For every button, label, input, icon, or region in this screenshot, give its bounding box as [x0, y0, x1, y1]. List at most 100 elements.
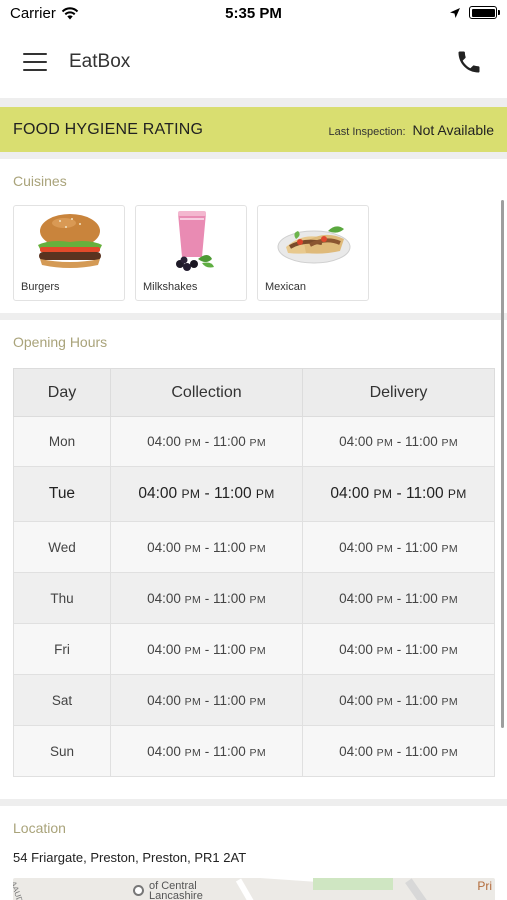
day-cell: Sun	[13, 725, 111, 777]
open-ampm: PM	[184, 542, 201, 555]
day-cell: Sat	[13, 674, 111, 726]
cuisine-card-mexican[interactable]: Mexican	[257, 205, 369, 301]
hamburger-menu-icon[interactable]	[23, 53, 47, 71]
close-time: 11:00	[405, 485, 444, 502]
close-ampm: PM	[441, 644, 458, 657]
status-time: 5:35 PM	[225, 5, 282, 22]
location-map[interactable]: of Central Lancashire AAUD Pri	[13, 878, 495, 900]
delivery-cell: 04:00 PM - 11:00 PM	[302, 521, 495, 573]
open-ampm: PM	[376, 695, 393, 708]
last-inspection-label: Last Inspection:	[328, 125, 406, 138]
time-separator: -	[201, 692, 213, 708]
open-time: 04:00	[339, 539, 373, 555]
section-divider	[0, 799, 507, 806]
open-ampm: PM	[181, 487, 201, 501]
open-ampm: PM	[376, 593, 393, 606]
map-street-label: AAUD	[13, 880, 25, 900]
cuisine-list: Burgers Milkshakes Mexican	[13, 205, 369, 301]
close-ampm: PM	[441, 746, 458, 759]
close-ampm: PM	[255, 487, 275, 501]
table-row: Sun 04:00 PM - 11:00 PM 04:00 PM - 11:00…	[13, 725, 495, 777]
table-row: Mon 04:00 PM - 11:00 PM 04:00 PM - 11:00…	[13, 416, 495, 467]
delivery-cell: 04:00 PM - 11:00 PM	[302, 674, 495, 726]
delivery-cell: 04:00 PM - 11:00 PM	[302, 416, 495, 467]
time-separator: -	[393, 539, 405, 555]
location-arrow-icon	[450, 7, 460, 18]
phone-icon[interactable]	[455, 48, 483, 76]
section-divider	[0, 313, 507, 320]
close-ampm: PM	[441, 695, 458, 708]
status-right-icons	[449, 6, 500, 19]
day-cell: Tue	[13, 466, 111, 522]
map-poi-label: of Central Lancashire	[149, 881, 203, 900]
open-ampm: PM	[373, 487, 393, 501]
time-separator: -	[200, 485, 214, 502]
open-time: 04:00	[138, 485, 178, 502]
milkshake-icon	[136, 206, 246, 278]
cuisine-name: Mexican	[265, 281, 306, 293]
table-row: Wed 04:00 PM - 11:00 PM 04:00 PM - 11:00…	[13, 521, 495, 573]
day-cell: Fri	[13, 623, 111, 675]
collection-cell: 04:00 PM - 11:00 PM	[110, 623, 303, 675]
opening-hours-label: Opening Hours	[13, 334, 108, 350]
section-divider	[0, 152, 507, 159]
last-inspection-value: Not Available	[412, 121, 494, 138]
open-time: 04:00	[339, 692, 373, 708]
cuisine-name: Burgers	[21, 281, 60, 293]
day-cell: Mon	[13, 416, 111, 467]
scrollbar[interactable]	[501, 200, 504, 728]
map-poi-line2: Lancashire	[149, 890, 203, 900]
time-separator: -	[393, 641, 405, 657]
close-time: 11:00	[213, 641, 246, 657]
open-time: 04:00	[339, 590, 373, 606]
close-ampm: PM	[249, 542, 266, 555]
close-ampm: PM	[441, 542, 458, 555]
day-cell: Thu	[13, 572, 111, 624]
delivery-cell: 04:00 PM - 11:00 PM	[302, 725, 495, 777]
battery-icon	[469, 6, 500, 19]
hygiene-rating-title: FOOD HYGIENE RATING	[13, 120, 204, 138]
last-inspection: Last Inspection: Not Available	[328, 122, 494, 138]
open-time: 04:00	[339, 434, 373, 449]
time-separator: -	[201, 434, 213, 449]
app-header: EatBox	[0, 28, 507, 98]
open-ampm: PM	[376, 542, 393, 555]
taco-icon	[258, 206, 368, 278]
close-time: 11:00	[405, 641, 438, 657]
open-ampm: PM	[184, 437, 201, 449]
collection-cell: 04:00 PM - 11:00 PM	[110, 725, 303, 777]
open-ampm: PM	[376, 746, 393, 759]
app-title: EatBox	[69, 51, 131, 72]
cuisine-card-burgers[interactable]: Burgers	[13, 205, 125, 301]
open-time: 04:00	[147, 743, 181, 759]
collection-cell: 04:00 PM - 11:00 PM	[110, 521, 303, 573]
close-ampm: PM	[249, 644, 266, 657]
opening-hours-table: Day Collection Delivery Mon 04:00 PM - 1…	[13, 368, 495, 777]
close-ampm: PM	[441, 437, 458, 449]
close-ampm: PM	[249, 746, 266, 759]
open-time: 04:00	[147, 641, 181, 657]
close-ampm: PM	[249, 695, 266, 708]
close-ampm: PM	[249, 437, 266, 449]
burger-icon	[14, 206, 124, 278]
time-separator: -	[201, 641, 213, 657]
close-time: 11:00	[405, 692, 438, 708]
cuisine-card-milkshakes[interactable]: Milkshakes	[135, 205, 247, 301]
open-time: 04:00	[147, 539, 181, 555]
collection-cell: 04:00 PM - 11:00 PM	[110, 572, 303, 624]
location-label: Location	[13, 820, 66, 836]
open-time: 04:00	[339, 641, 373, 657]
open-ampm: PM	[184, 644, 201, 657]
open-ampm: PM	[376, 644, 393, 657]
close-time: 11:00	[405, 434, 438, 449]
close-time: 11:00	[405, 743, 438, 759]
column-header-delivery: Delivery	[302, 368, 495, 417]
close-time: 11:00	[213, 590, 246, 606]
close-ampm: PM	[249, 593, 266, 606]
collection-cell: 04:00 PM - 11:00 PM	[110, 674, 303, 726]
close-time: 11:00	[213, 434, 246, 449]
column-header-collection: Collection	[110, 368, 303, 417]
time-separator: -	[393, 434, 405, 449]
table-row: Fri 04:00 PM - 11:00 PM 04:00 PM - 11:00…	[13, 623, 495, 675]
close-time: 11:00	[213, 539, 246, 555]
